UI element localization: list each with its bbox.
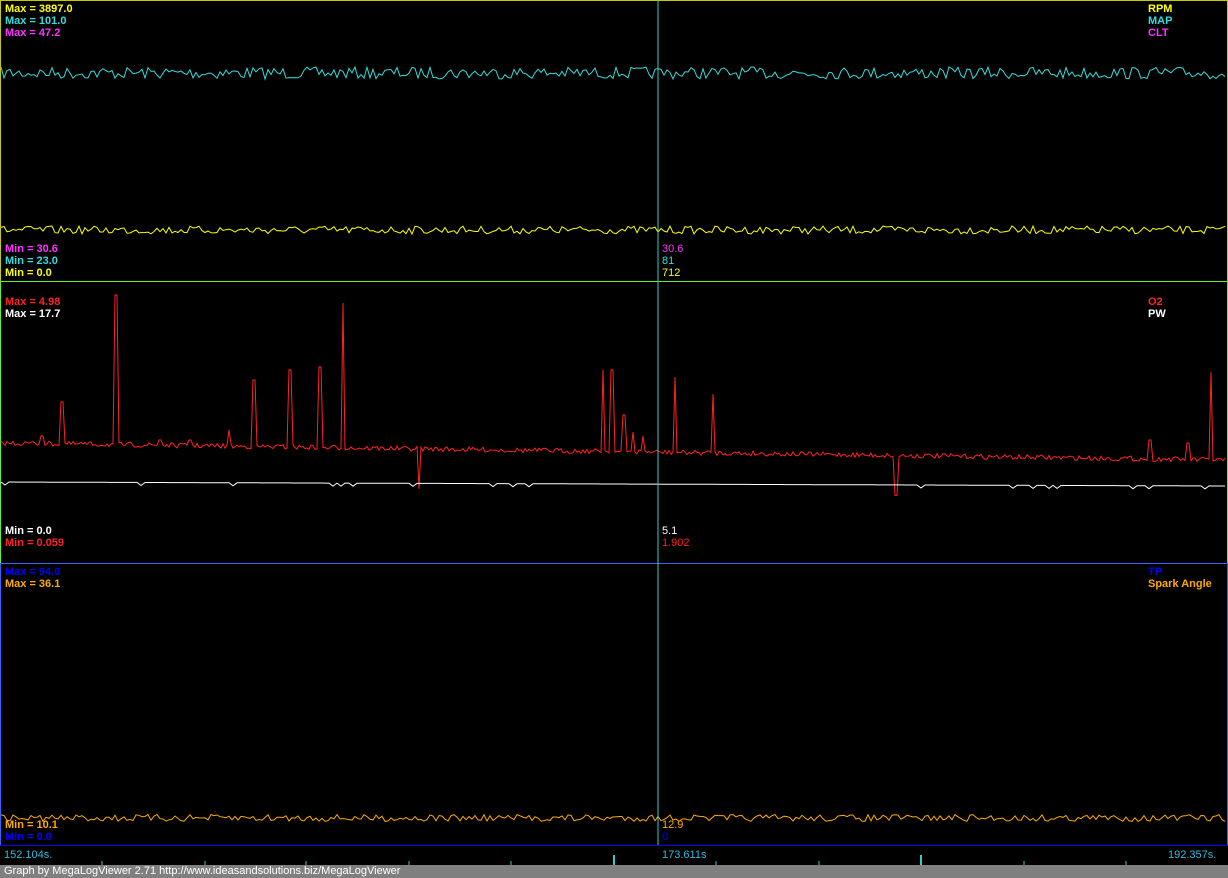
- time-axis[interactable]: 152.104s. 173.611s 192.357s.: [0, 845, 1228, 866]
- rpm-trace: [0, 224, 1226, 236]
- time-ticks: [101, 855, 1127, 866]
- log-traces: [0, 0, 1226, 865]
- pw-trace: [0, 481, 1225, 490]
- spark-angle-trace: [0, 813, 1226, 823]
- o2-trace: [0, 294, 1226, 496]
- map-trace: [0, 65, 1226, 81]
- footer-credit: Graph by MegaLogViewer 2.71 http://www.i…: [0, 865, 1228, 878]
